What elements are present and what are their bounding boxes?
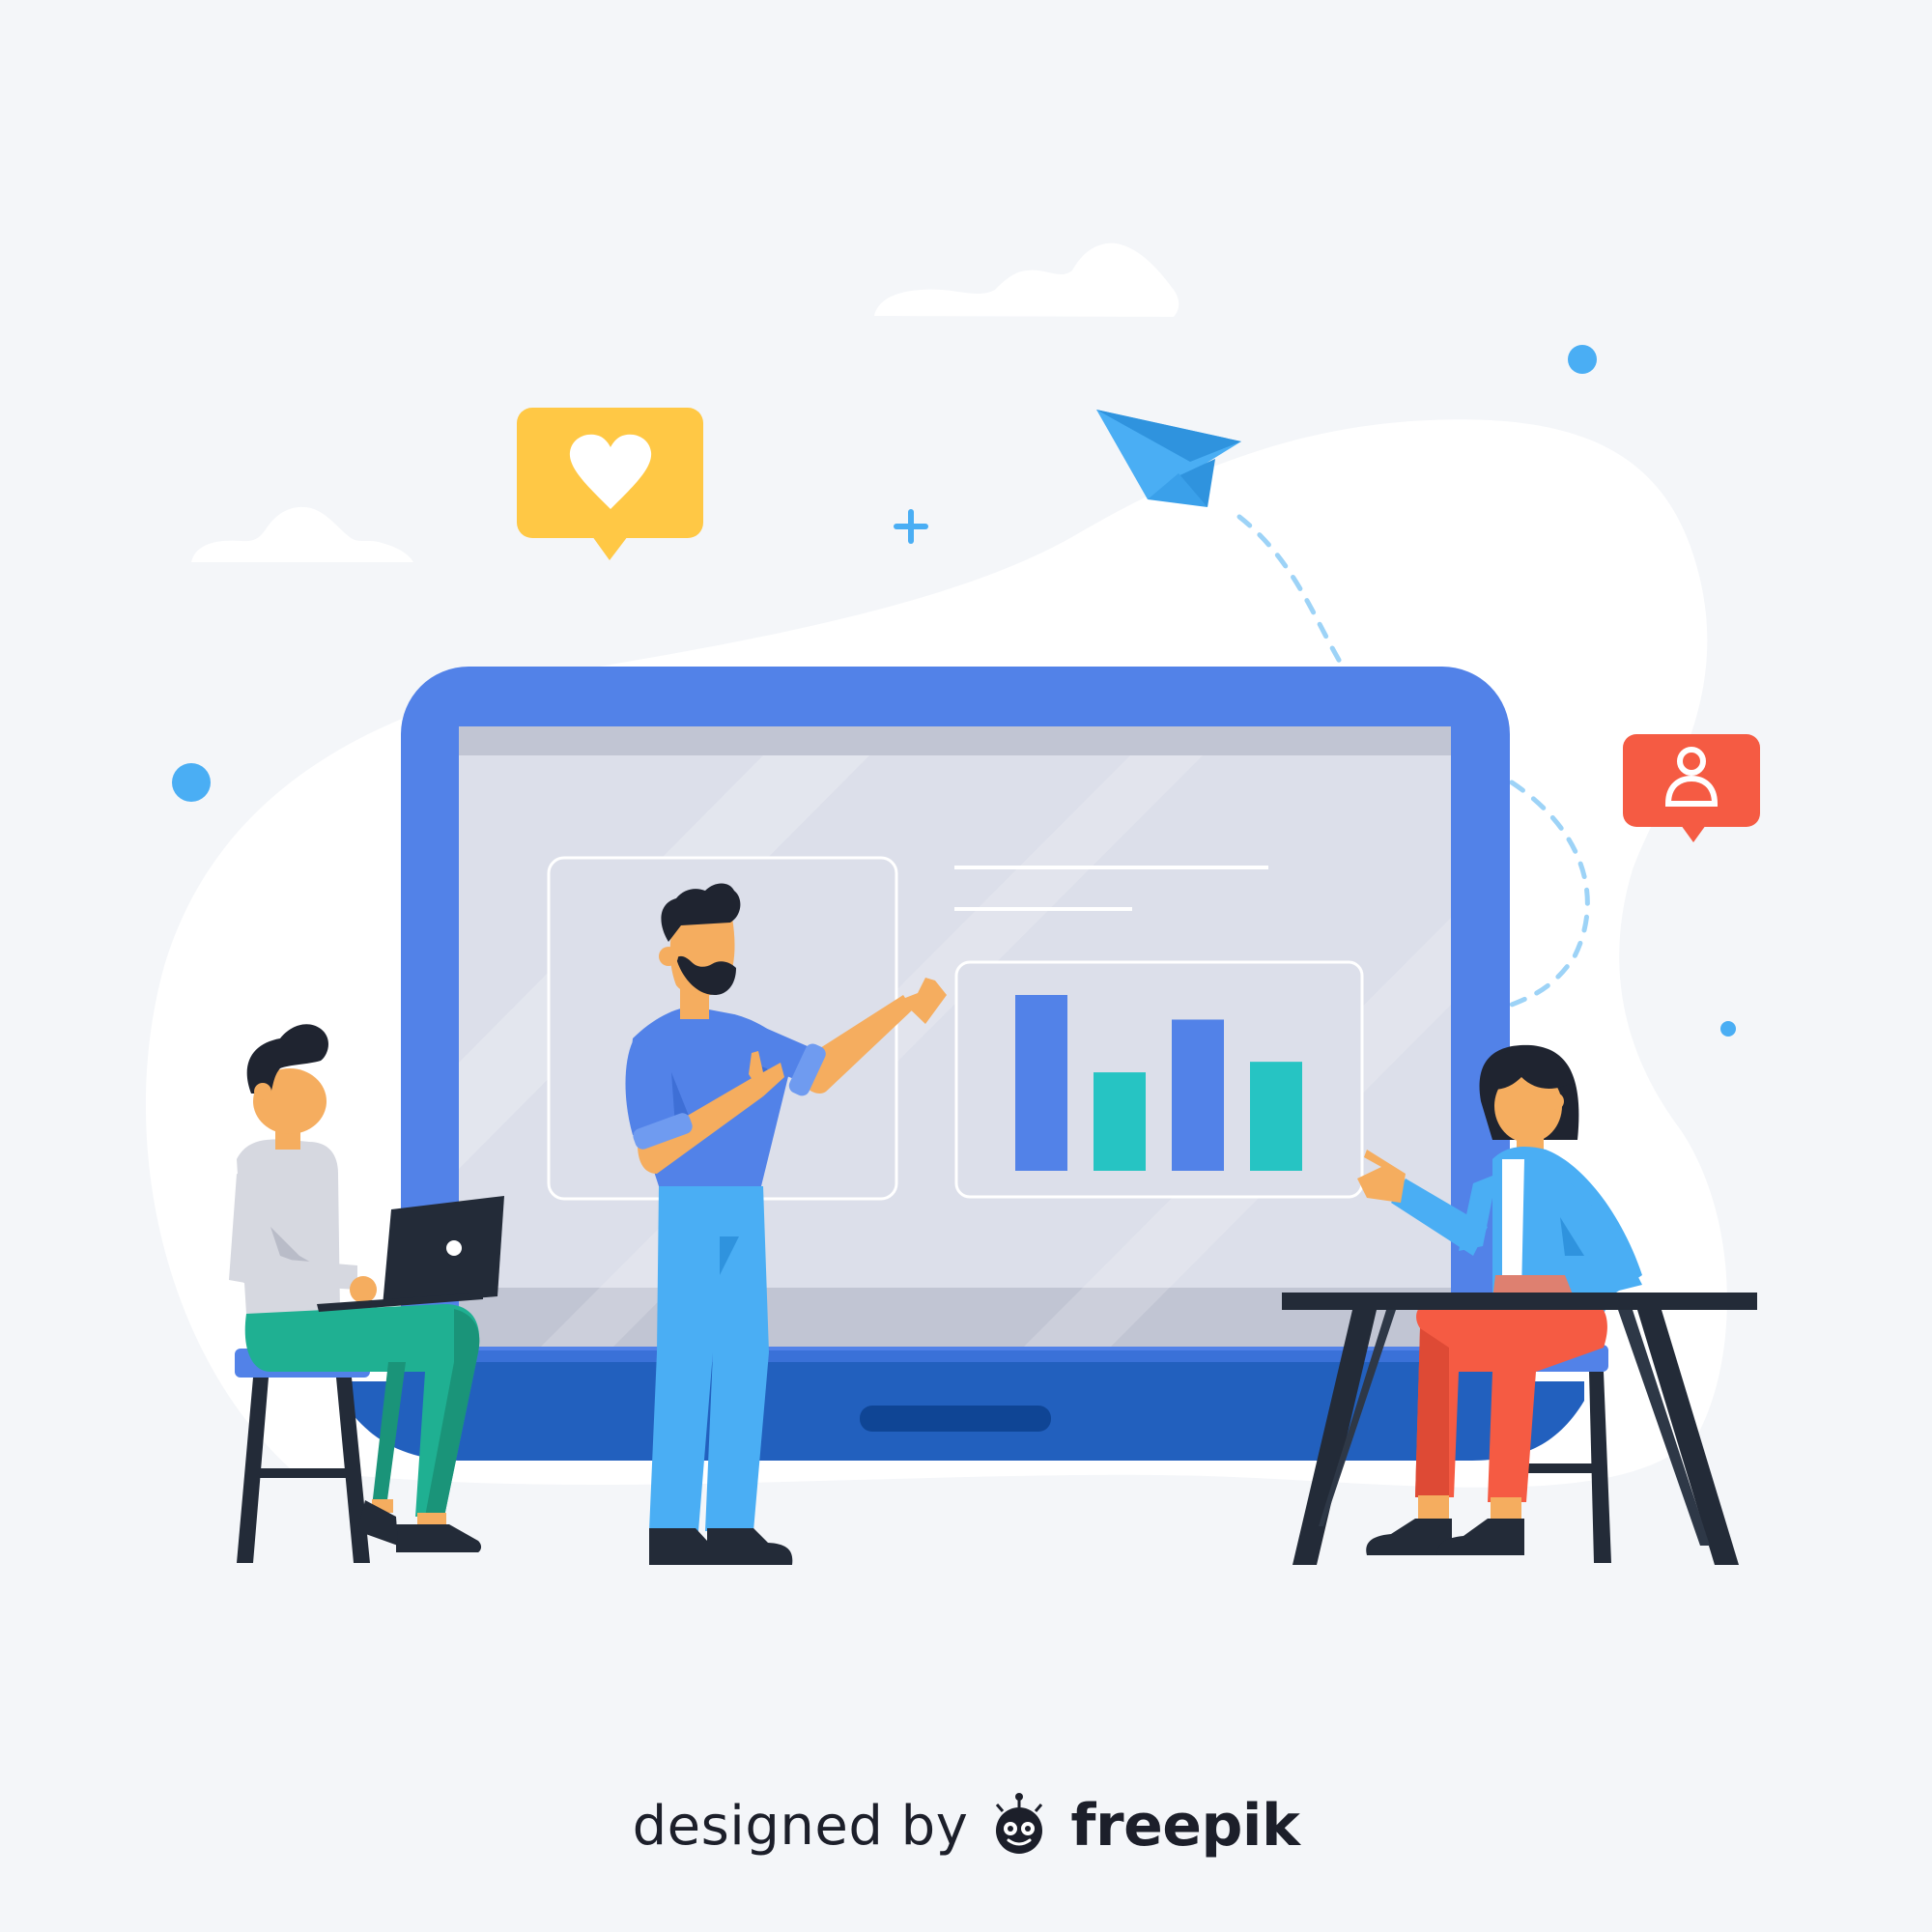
person-right-ankle (1418, 1495, 1449, 1520)
credit-brand: freepik (1070, 1792, 1300, 1860)
person-left-hand (350, 1276, 377, 1303)
person-left-ankle (417, 1513, 446, 1526)
cloud-left (191, 506, 413, 562)
person-left-ear (254, 1083, 271, 1100)
laptop (343, 667, 1584, 1461)
person-right-ankle (1491, 1497, 1521, 1520)
screen-chart-bar (1094, 1072, 1146, 1171)
person-center-trousers (649, 1186, 769, 1531)
cloud-top (874, 242, 1179, 317)
person-center-shoe (707, 1528, 793, 1565)
decor-dot (1720, 1021, 1736, 1037)
stool-rung (1526, 1463, 1599, 1473)
person-center-arm-left (625, 1041, 657, 1135)
decor-dot (172, 763, 211, 802)
credit-prefix: designed by (632, 1794, 969, 1858)
table-top (1282, 1293, 1757, 1310)
person-left-shoe (396, 1524, 482, 1552)
person-left-laptop-screen (383, 1196, 504, 1306)
screen-text-line (954, 907, 1132, 911)
laptop-logo-icon (446, 1240, 462, 1256)
person-right-ear (1547, 1093, 1564, 1110)
illustration-scene (145, 242, 1760, 1565)
heart-bubble (517, 408, 703, 560)
user-bubble (1623, 734, 1760, 842)
stool-rung (259, 1468, 348, 1478)
screen-text-line (954, 866, 1268, 869)
screen-chart-bar (1250, 1062, 1302, 1171)
decor-dot (1568, 345, 1597, 374)
freepik-logo-icon (996, 1793, 1043, 1854)
person-right-trousers-shadow (1415, 1328, 1449, 1497)
screen-top-bar (459, 726, 1451, 755)
person-center-ear (659, 947, 678, 966)
person-right-shirt (1502, 1159, 1524, 1294)
screen-chart-bar (1015, 995, 1067, 1171)
laptop-notch (860, 1406, 1051, 1432)
person-center-shoe (649, 1528, 707, 1565)
plus-icon (894, 509, 928, 544)
screen-chart-bar (1172, 1019, 1224, 1171)
credit-line: designed by freepik (0, 1782, 1932, 1869)
